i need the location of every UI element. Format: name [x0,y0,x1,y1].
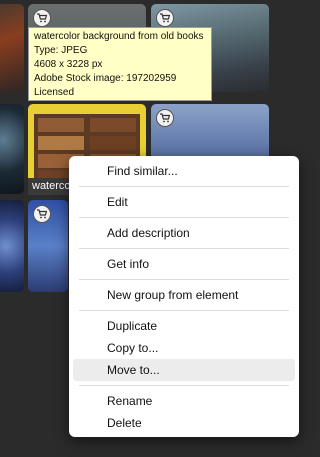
menu-separator [79,279,289,280]
image-info-tooltip: watercolor background from old books Typ… [28,27,212,101]
context-menu: Find similar... Edit Add description Get… [69,156,299,437]
menu-item-copy-to[interactable]: Copy to... [73,337,295,359]
cart-icon[interactable] [33,205,51,223]
tooltip-license: Licensed [34,87,75,98]
thumbnail-blue-clouds[interactable] [28,200,68,292]
menu-item-new-group[interactable]: New group from element [73,284,295,306]
tooltip-title: watercolor background from old books [34,31,204,42]
menu-item-move-to[interactable]: Move to... [73,359,295,381]
menu-item-add-description[interactable]: Add description [73,222,295,244]
menu-separator [79,217,289,218]
tooltip-type: Type: JPEG [34,45,88,56]
menu-item-duplicate[interactable]: Duplicate [73,315,295,337]
menu-separator [79,248,289,249]
menu-item-edit[interactable]: Edit [73,191,295,213]
thumbnail-dark-sky[interactable] [0,104,24,194]
menu-item-get-info[interactable]: Get info [73,253,295,275]
cart-icon[interactable] [156,9,174,27]
menu-separator [79,385,289,386]
tooltip-dimensions: 4608 x 3228 px [34,59,103,70]
cart-icon[interactable] [33,9,51,27]
menu-separator [79,310,289,311]
menu-item-delete[interactable]: Delete [73,412,295,434]
thumbnail-dark-landscape[interactable] [0,4,24,92]
thumbnail-blue-storm[interactable] [0,200,24,292]
menu-item-find-similar[interactable]: Find similar... [73,160,295,182]
tooltip-stock-id: Adobe Stock image: 197202959 [34,73,177,84]
cart-icon[interactable] [156,109,174,127]
menu-item-rename[interactable]: Rename [73,390,295,412]
menu-separator [79,186,289,187]
